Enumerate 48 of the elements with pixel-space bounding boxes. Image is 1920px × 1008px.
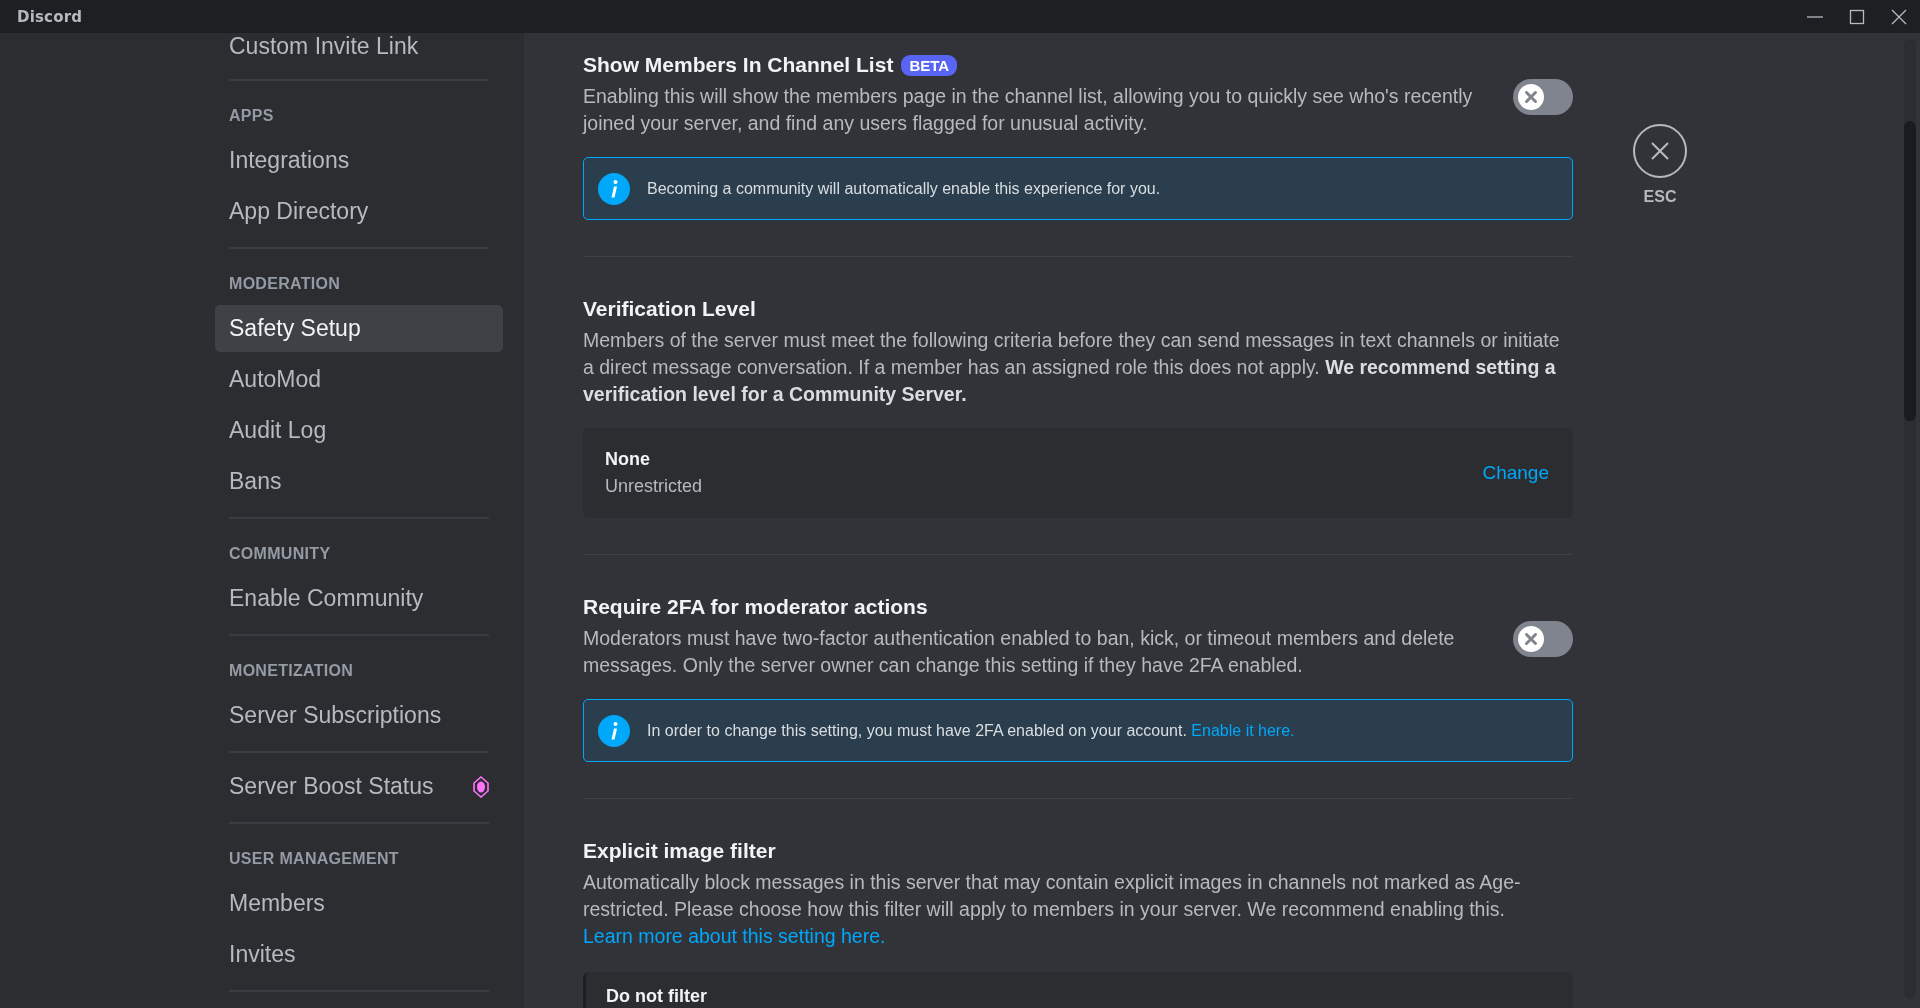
sidebar-item[interactable]: Server Subscriptions: [215, 692, 503, 739]
filter-option[interactable]: Do not filter: [583, 972, 1573, 1008]
toggle-switch[interactable]: [1513, 621, 1573, 657]
section-title: Explicit image filter: [583, 839, 776, 863]
section-description: Members of the server must meet the following criteria before they can send messages in text channels or initiate a direct message conversation. If a member has an assigned role this does not apply. We recommend setting a verification level for a Community Server.: [583, 328, 1561, 407]
section-title: Show Members In Channel List: [583, 53, 894, 77]
section-description: Automatically block messages in this server that may contain explicit images in channels not marked as Age-restricted. Please choose how this filter will apply to members in your server. We recommend enabling this. Learn more about this setting here.: [583, 870, 1522, 949]
minimize-icon: [1807, 15, 1823, 18]
level-subtitle: Unrestricted: [605, 476, 703, 497]
esc-label: ESC: [1643, 188, 1677, 206]
sidebar-heading: APPS: [228, 106, 274, 126]
sidebar-item[interactable]: Server Boost Status: [215, 763, 503, 810]
section-description: Moderators must have two-factor authentication enabled to ban, kick, or timeout members and delete messages. Only the server owner can change this setting if they have 2FA enabled.: [583, 626, 1456, 678]
sidebar-heading: USER MANAGEMENT: [228, 849, 399, 869]
sidebar-item[interactable]: Integrations: [215, 137, 503, 184]
sidebar-heading: MONETIZATION: [228, 661, 354, 681]
sidebar-heading: COMMUNITY: [228, 544, 331, 564]
scrollbar-thumb[interactable]: [1904, 121, 1916, 421]
x-icon: [1518, 626, 1544, 652]
sidebar-item[interactable]: Safety Setup: [215, 305, 503, 352]
toggle-switch[interactable]: [1513, 79, 1573, 115]
info-icon: [598, 714, 630, 747]
sidebar-item[interactable]: Audit Log: [215, 407, 503, 454]
sidebar-item[interactable]: App Directory: [215, 188, 503, 235]
sidebar-item[interactable]: Members: [215, 880, 503, 927]
level-title: None: [605, 449, 651, 470]
x-icon: [1518, 84, 1544, 110]
close-button[interactable]: [1633, 124, 1687, 178]
sidebar-item[interactable]: Bans: [215, 458, 503, 505]
app-title: Discord: [17, 7, 83, 26]
sidebar-item[interactable]: Invites: [215, 931, 503, 978]
enable-link[interactable]: Enable it here.: [1191, 721, 1295, 739]
close-icon: [1891, 8, 1907, 25]
sidebar-item[interactable]: Custom Invite Link: [215, 33, 503, 67]
info-text: In order to change this setting, you must have 2FA enabled on your account. Enable it here.: [647, 721, 1295, 740]
section-title: Verification Level: [583, 297, 756, 321]
change-link[interactable]: Change: [1482, 462, 1549, 484]
info-icon: [598, 172, 630, 205]
info-text: Becoming a community will automatically enable this experience for you.: [647, 179, 1161, 198]
beta-badge: BETA: [901, 54, 958, 76]
sidebar-item[interactable]: AutoMod: [215, 356, 503, 403]
section-description: Enabling this will show the members page in the channel list, allowing you to quickly see who's recently joined your server, and find any users flagged for unusual activity.: [583, 84, 1474, 136]
sidebar-item[interactable]: Enable Community: [215, 575, 503, 622]
close-icon: [1650, 141, 1670, 161]
sidebar-heading: MODERATION: [228, 274, 341, 294]
learn-more-link[interactable]: Learn more about this setting here.: [583, 925, 886, 947]
maximize-icon: [1849, 8, 1865, 25]
section-title: Require 2FA for moderator actions: [583, 595, 928, 619]
